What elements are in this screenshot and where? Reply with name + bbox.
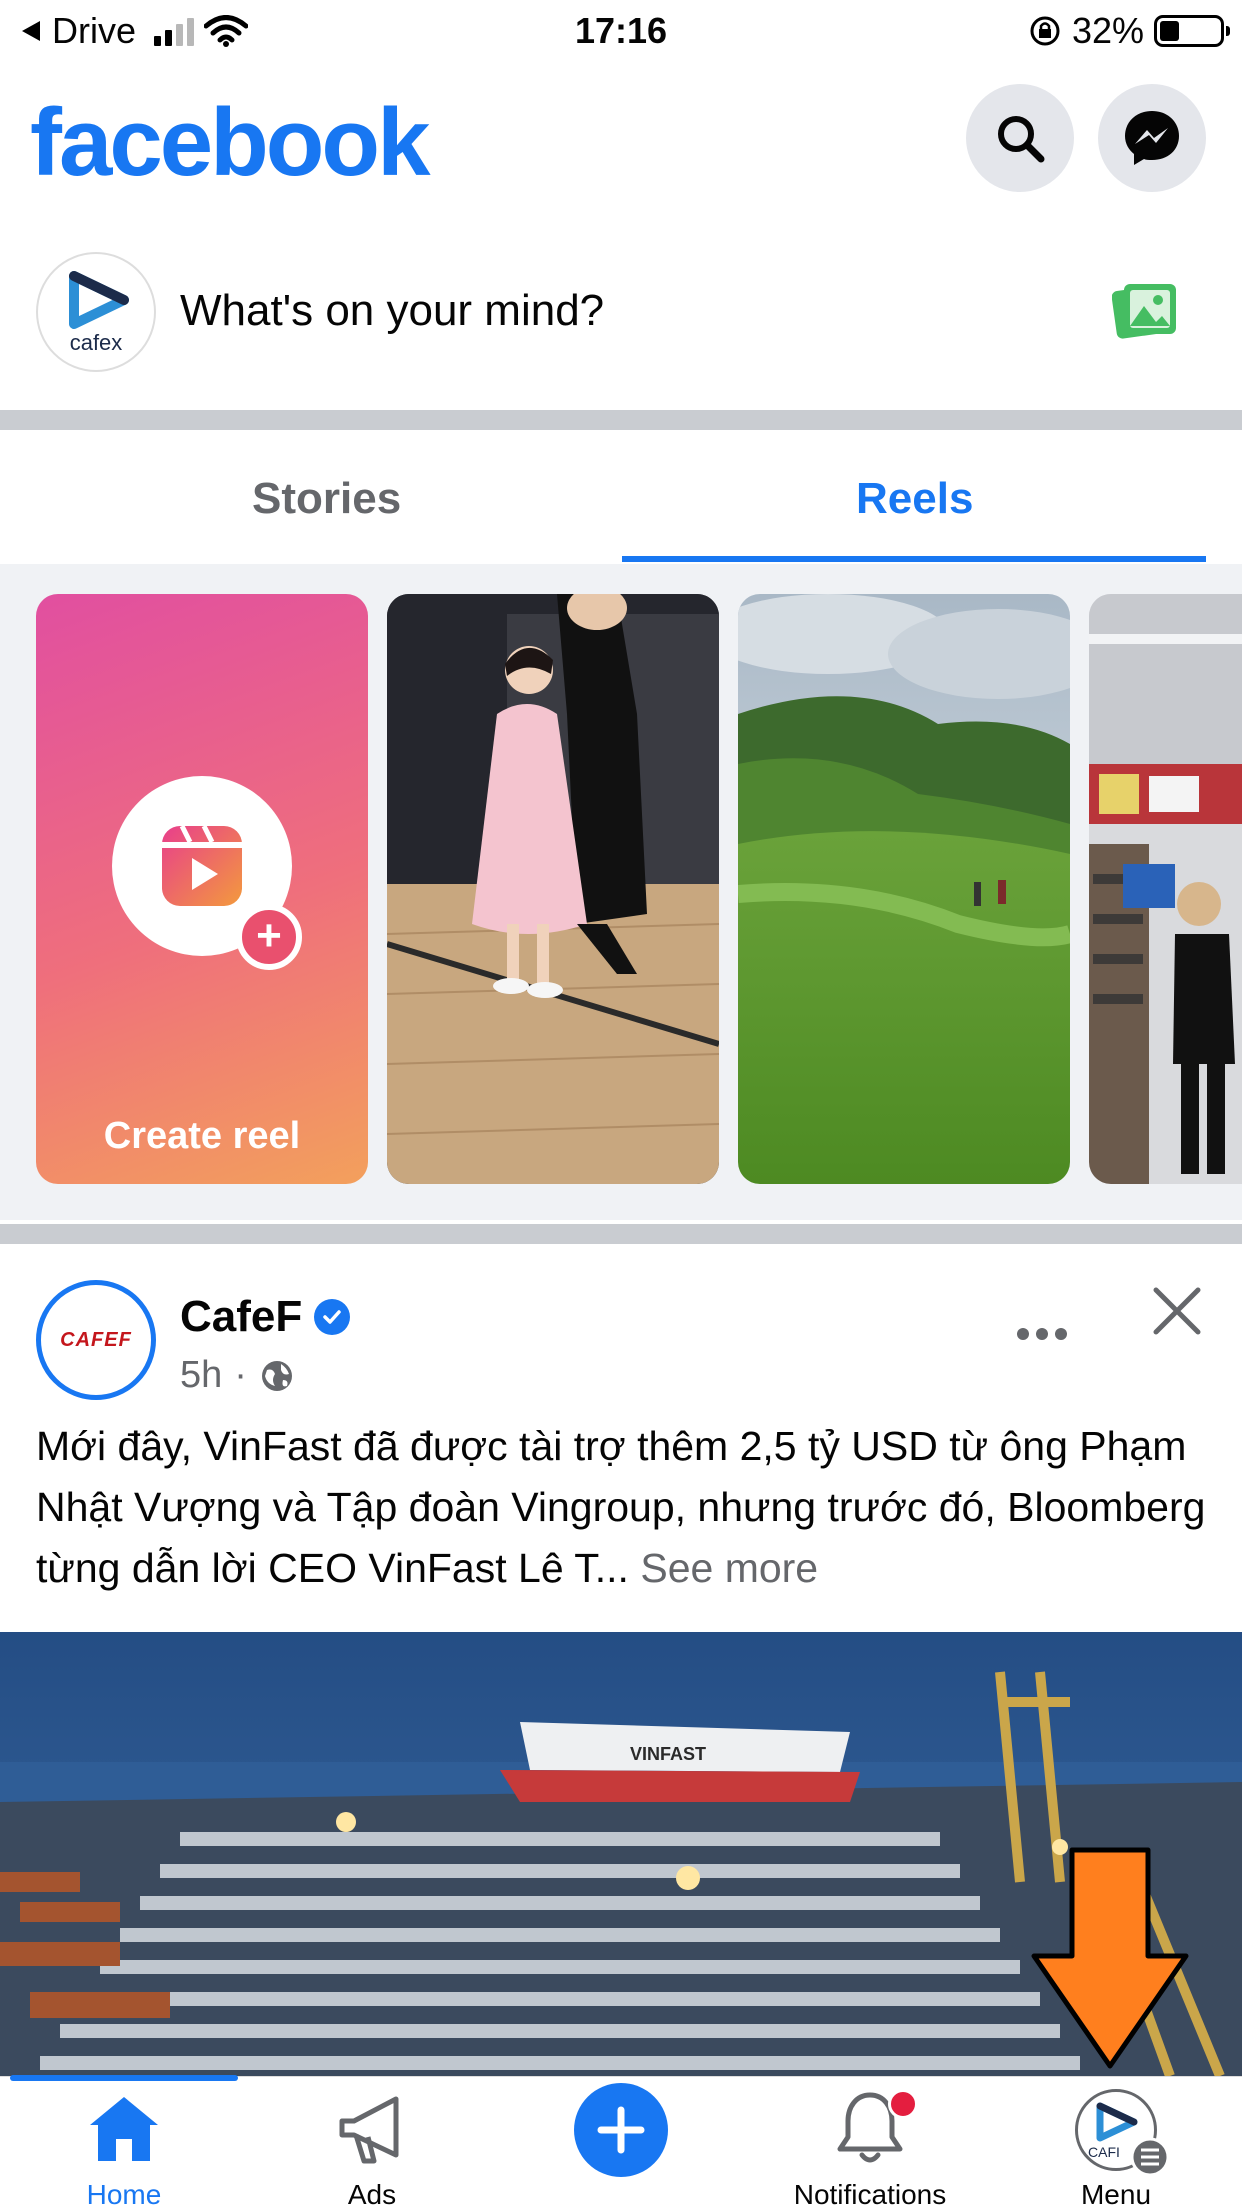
bottom-tab-bar: Home Ads Notifications CAFI Menu — [0, 2075, 1242, 2208]
reel-thumbnail[interactable] — [1089, 594, 1242, 1184]
section-divider — [0, 410, 1242, 430]
notification-badge — [888, 2089, 918, 2119]
create-reel-card[interactable]: + Create reel — [36, 594, 368, 1184]
reel-image-girl-dress — [387, 594, 719, 1184]
post-composer[interactable]: cafex What's on your mind? — [0, 250, 1242, 372]
menu-avatar-text: CAFI — [1088, 2144, 1120, 2160]
nav-ads[interactable]: Ads — [262, 2077, 482, 2208]
see-more-link[interactable]: See more — [640, 1545, 818, 1591]
more-options-button[interactable] — [1016, 1306, 1068, 1351]
hide-post-button[interactable] — [1150, 1284, 1204, 1338]
section-divider — [0, 1224, 1242, 1244]
messenger-icon — [1125, 111, 1179, 165]
verified-badge-icon — [314, 1299, 351, 1335]
cafef-avatar-text: CAFEF — [60, 1328, 132, 1351]
ship-text: VINFAST — [630, 1744, 706, 1764]
battery-icon — [1154, 15, 1230, 47]
reel-thumbnail[interactable] — [738, 594, 1070, 1184]
tab-reels[interactable]: Reels — [856, 474, 973, 524]
more-icon — [1017, 1328, 1067, 1340]
post-text: Mới đây, VinFast đã được tài trợ thêm 2,… — [36, 1423, 1206, 1591]
nav-ads-label: Ads — [347, 2179, 397, 2208]
battery-percent: 32% — [1071, 10, 1144, 51]
close-icon — [1153, 1287, 1201, 1335]
create-post-button[interactable] — [574, 2083, 668, 2177]
home-icon — [90, 2097, 158, 2161]
menu-icon — [1130, 2137, 1170, 2177]
post-time[interactable]: 5h — [180, 1354, 222, 1397]
user-avatar[interactable]: cafex — [36, 252, 156, 372]
cafex-avatar-text: cafex — [69, 330, 123, 355]
post-header: CAFEF CafeF 5h · — [0, 1244, 1242, 1404]
status-bar: Drive 17:16 32% — [0, 0, 1242, 62]
tab-stories[interactable]: Stories — [252, 474, 401, 524]
status-right: 32% — [1028, 10, 1230, 52]
post-body[interactable]: Mới đây, VinFast đã được tài trợ thêm 2,… — [36, 1416, 1216, 1599]
megaphone-icon — [339, 2096, 399, 2164]
search-icon — [998, 116, 1045, 163]
meta-separator: · — [234, 1354, 247, 1396]
active-tab-indicator — [622, 556, 1206, 562]
facebook-logo[interactable]: facebook — [30, 88, 430, 198]
reel-image-store — [1089, 594, 1242, 1184]
nav-home-label: Home — [86, 2179, 162, 2208]
add-icon: + — [236, 904, 302, 970]
post-meta: 5h · — [180, 1354, 295, 1397]
reel-thumbnail[interactable] — [387, 594, 719, 1184]
search-button[interactable] — [966, 84, 1074, 192]
post-author[interactable]: CafeF — [180, 1292, 351, 1342]
page-avatar[interactable]: CAFEF — [36, 1280, 156, 1400]
nav-home[interactable]: Home — [14, 2077, 234, 2208]
plus-icon — [597, 2106, 645, 2154]
composer-input[interactable]: What's on your mind? — [180, 286, 604, 336]
nav-menu[interactable]: CAFI Menu — [1006, 2077, 1226, 2208]
messenger-button[interactable] — [1098, 84, 1206, 192]
author-name[interactable]: CafeF — [180, 1292, 302, 1342]
reel-image-mountain — [738, 594, 1070, 1184]
create-reel-label: Create reel — [103, 1115, 301, 1157]
globe-icon — [261, 1360, 292, 1391]
rotation-lock-icon — [1030, 16, 1060, 46]
stories-reels-tabs: Stories Reels — [0, 430, 1242, 564]
photo-icon[interactable] — [1112, 280, 1178, 340]
app-header: facebook — [0, 72, 1242, 202]
nav-notifications-label: Notifications — [793, 2179, 947, 2208]
nav-menu-label: Menu — [1080, 2179, 1152, 2208]
annotation-arrow-icon — [1031, 1847, 1189, 2069]
nav-notifications[interactable]: Notifications — [760, 2077, 980, 2208]
reels-carousel[interactable]: + Create reel — [0, 564, 1242, 1220]
